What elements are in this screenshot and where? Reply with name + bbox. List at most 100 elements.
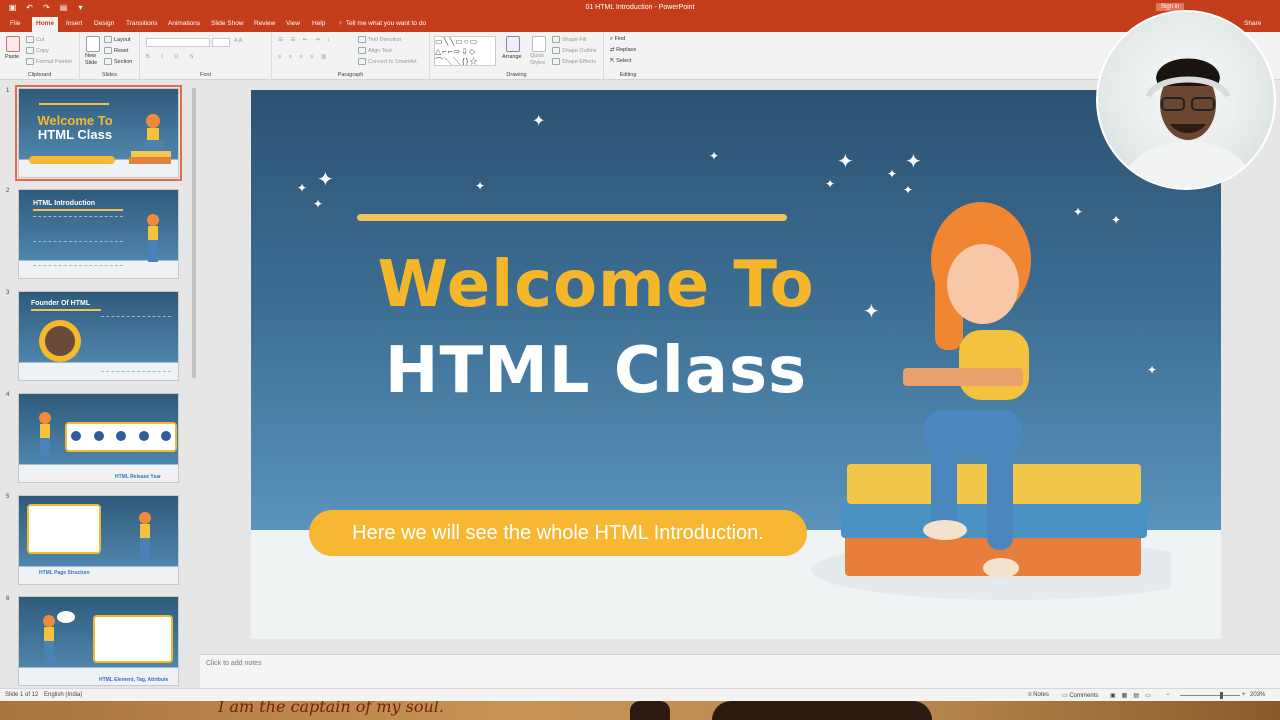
thumb-title-line2: HTML Class	[37, 127, 113, 142]
current-slide[interactable]: ✦ ✦ ✦ ✦ ✦ ✦ ✦ ✦ ✦ ✦ ✦ ✦ ✦ ✦ ✦ Welcome To…	[251, 90, 1221, 639]
thumb-timeline-box	[65, 422, 177, 452]
thumb-girl-illustration	[39, 412, 51, 460]
zoom-slider[interactable]	[1180, 695, 1240, 696]
new-slide-line2[interactable]: Slide	[85, 60, 97, 66]
zoom-slider-knob[interactable]	[1220, 692, 1223, 699]
quick-styles-icon[interactable]	[532, 36, 546, 52]
view-buttons[interactable]: ▣▦▤▭	[1110, 692, 1157, 699]
format-painter-label: Format Painter	[36, 58, 73, 65]
reset-icon	[104, 47, 112, 54]
overlay-quote: I am the captain of my soul.	[218, 701, 444, 716]
paste-icon[interactable]	[6, 36, 20, 52]
shapes-gallery[interactable]: ▭╲╲▭○▭ △⌐⌐⇨⇩◇ ⌒╲╲{}☆	[434, 36, 496, 66]
tab-design[interactable]: Design	[90, 19, 118, 28]
arrange-icon[interactable]	[506, 36, 520, 52]
effects-icon	[552, 58, 560, 65]
thumb-text-block	[33, 216, 123, 242]
tab-home[interactable]: Home	[32, 17, 59, 32]
slide-title-line2[interactable]: HTML Class	[291, 334, 901, 408]
language-indicator[interactable]: English (India)	[44, 692, 82, 698]
font-style-buttons[interactable]: B I U S	[146, 54, 198, 60]
font-name-box[interactable]	[146, 38, 210, 47]
paragraph-group-label: Paragraph	[337, 72, 364, 78]
tab-insert[interactable]: Insert	[62, 19, 86, 28]
slide-thumbnail-4[interactable]: HTML Release Year	[18, 393, 179, 483]
tab-review[interactable]: Review	[250, 19, 279, 28]
layout-icon	[104, 36, 112, 43]
tab-slide-show[interactable]: Slide Show	[207, 19, 248, 28]
silhouette	[712, 701, 932, 720]
thumb-accent-line	[39, 103, 109, 105]
sparkle-icon: ✦	[837, 151, 854, 173]
quick-styles-line1[interactable]: Quick	[530, 53, 544, 59]
shape-effects-label: Shape Effects	[562, 58, 597, 65]
scrollbar-thumb[interactable]	[192, 88, 196, 378]
cut-button[interactable]: Cut	[26, 36, 45, 43]
thumbnail-scrollbar[interactable]	[191, 82, 197, 682]
zoom-level[interactable]: 203%	[1250, 692, 1265, 698]
thumb-underline	[31, 309, 101, 311]
align-buttons[interactable]: ≡ ≡ ≡ ≡ ▥	[278, 54, 329, 60]
copy-button[interactable]: Copy	[26, 47, 49, 54]
layout-button[interactable]: Layout	[104, 36, 131, 43]
select-button[interactable]: ⇱ Select	[610, 58, 631, 64]
share-button[interactable]: Share	[1244, 20, 1261, 27]
paste-button[interactable]: Paste	[5, 54, 19, 60]
slide-thumbnail-1[interactable]: Welcome To HTML Class	[15, 85, 182, 181]
quick-styles-line2[interactable]: Styles	[530, 60, 545, 66]
arrange-button[interactable]: Arrange	[502, 54, 522, 60]
notes-pane[interactable]: Click to add notes	[200, 654, 1280, 688]
zoom-out-icon[interactable]: −	[1166, 692, 1170, 698]
shape-outline-button[interactable]: Shape Outline	[552, 47, 597, 54]
tab-animations[interactable]: Animations	[164, 19, 204, 28]
slide-thumbnail-pane: 1 Welcome To HTML Class 2 HTML Introduct…	[0, 80, 200, 688]
find-button[interactable]: ⌕ Find	[610, 36, 625, 43]
notes-toggle[interactable]: ≡ Notes	[1028, 692, 1049, 698]
reset-label: Reset	[114, 47, 129, 54]
sparkle-icon: ✦	[475, 179, 486, 193]
list-buttons[interactable]: ☰ ☰ ⇤ ⇥ ↕	[278, 37, 333, 43]
slide-subtitle-pill[interactable]: Here we will see the whole HTML Introduc…	[309, 510, 807, 556]
thumb-caption: HTML Release Year	[115, 474, 161, 480]
window-title: 01 HTML Introduction - PowerPoint	[585, 4, 695, 11]
notes-placeholder[interactable]: Click to add notes	[206, 660, 262, 667]
slide-thumbnail-2[interactable]: HTML Introduction	[18, 189, 179, 279]
format-painter-button[interactable]: Format Painter	[26, 58, 72, 65]
sparkle-icon: ✦	[903, 183, 914, 197]
slide-thumbnail-5[interactable]: HTML Page Structure	[18, 495, 179, 585]
thumb-caption: HTML Element, Tag, Attribute	[99, 677, 169, 683]
text-direction-label: Text Direction	[368, 36, 402, 43]
tab-file[interactable]: File	[6, 19, 24, 28]
layout-label: Layout	[114, 36, 131, 43]
comments-toggle[interactable]: ▭ Comments	[1062, 692, 1098, 699]
sparkle-icon: ✦	[532, 113, 546, 130]
align-text-button[interactable]: Align Text	[358, 47, 392, 54]
shape-outline-label: Shape Outline	[562, 47, 597, 54]
tab-view[interactable]: View	[282, 19, 304, 28]
slide-title-line1[interactable]: Welcome To	[291, 248, 901, 322]
reset-button[interactable]: Reset	[104, 47, 128, 54]
tab-help[interactable]: Help	[308, 19, 329, 28]
convert-smartart-button[interactable]: Convert to SmartArt	[358, 58, 417, 65]
replace-button[interactable]: ⇄ Replace	[610, 47, 636, 53]
convert-smartart-label: Convert to SmartArt	[368, 58, 417, 65]
thumb-girl-illustration	[147, 214, 159, 262]
tab-transitions[interactable]: Transitions	[122, 19, 162, 28]
text-direction-button[interactable]: Text Direction	[358, 36, 401, 43]
thumb-underline	[33, 209, 123, 211]
ribbon: Paste Cut Copy Format Painter Clipboard …	[0, 32, 1280, 80]
zoom-in-icon[interactable]: +	[1242, 692, 1246, 698]
slide-thumbnail-6[interactable]: HTML Element, Tag, Attribute	[18, 596, 179, 686]
shape-effects-button[interactable]: Shape Effects	[552, 58, 596, 65]
slide-thumbnail-3[interactable]: Founder Of HTML	[18, 291, 179, 381]
shape-fill-button[interactable]: Shape Fill	[552, 36, 586, 43]
tell-me-box[interactable]: ♀ Tell me what you want to do	[338, 20, 426, 27]
grow-font-icon[interactable]: A A	[234, 38, 242, 44]
new-slide-icon[interactable]	[86, 36, 100, 52]
new-slide-line1[interactable]: New	[85, 53, 96, 59]
thumb-timeline-dots	[71, 431, 171, 441]
sparkle-icon: ✦	[313, 197, 324, 211]
font-size-box[interactable]	[212, 38, 230, 47]
outline-icon	[552, 47, 560, 54]
section-button[interactable]: Section	[104, 58, 132, 65]
